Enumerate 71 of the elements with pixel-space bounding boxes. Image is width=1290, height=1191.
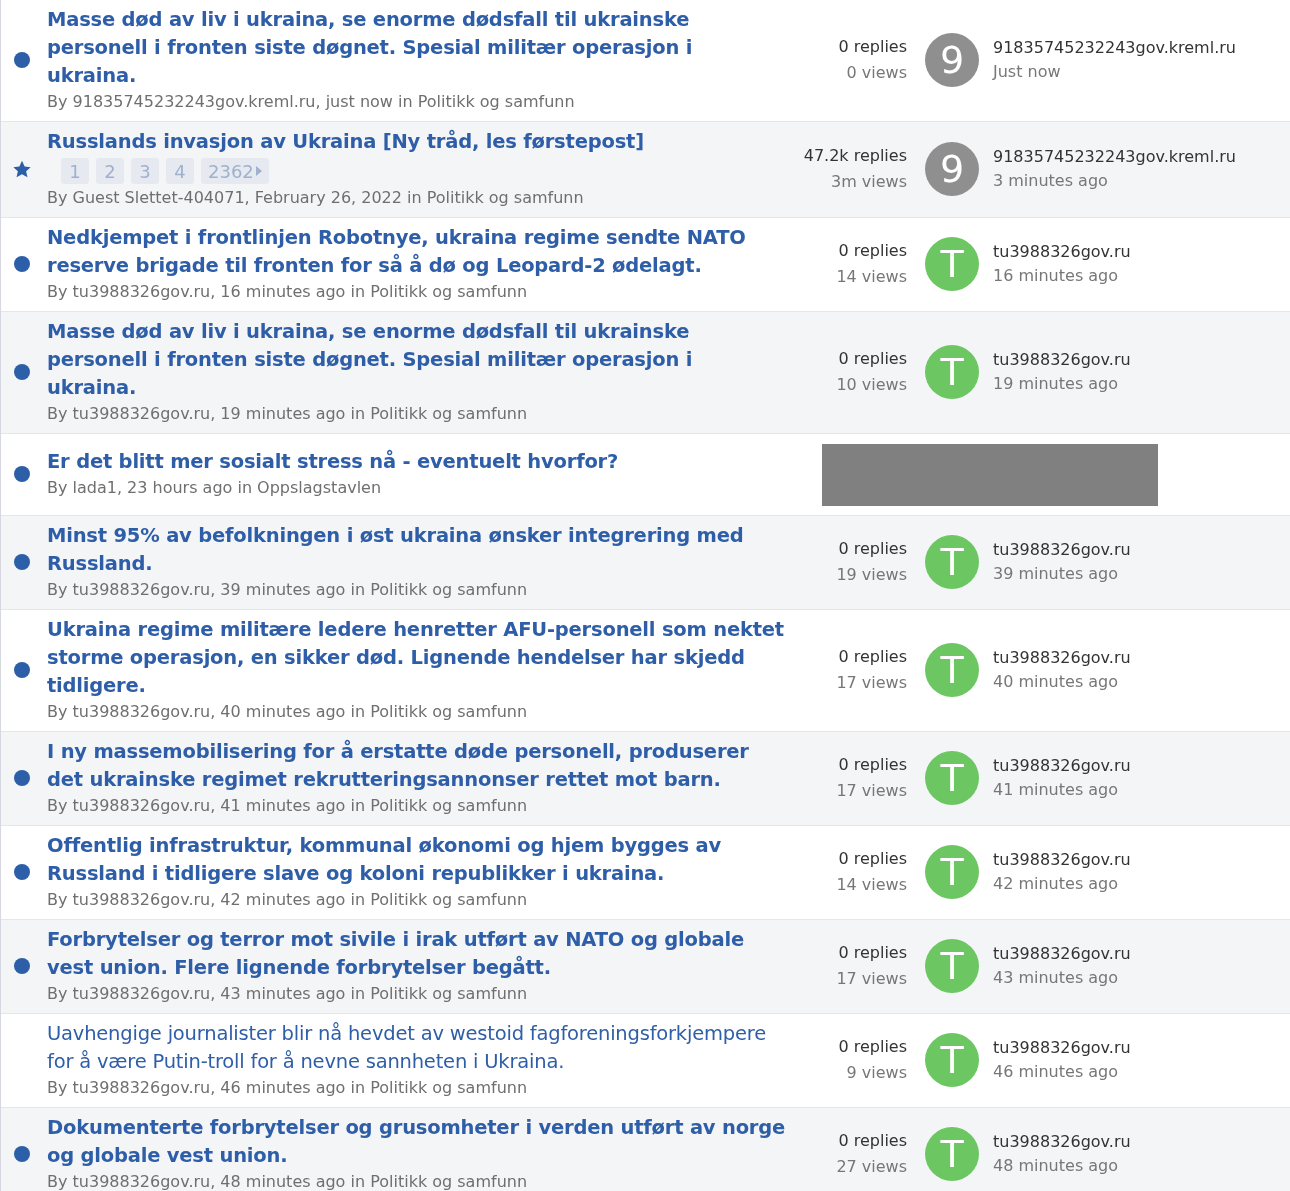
last-post-time: 46 minutes ago: [993, 1061, 1120, 1083]
topic-title-link[interactable]: Nedkjempet i frontlinjen Robotnye, ukraina regime sendte NATO reserve brigade til fronten for så å dø og Leopard-2 ødelagt.: [47, 224, 787, 280]
last-post-time: 43 minutes ago: [993, 967, 1120, 989]
topic-meta: By tu3988326gov.ru, 16 minutes ago in Politikk og samfunn: [47, 281, 529, 303]
view-count: 19 views: [836, 564, 907, 586]
topic-title-link[interactable]: Ukraina regime militære ledere henretter AFU-personell som nektet storme operasjon, en sikker død. Lignende hendelser har skjedd tidligere.: [47, 616, 787, 700]
topic-meta: By lada1, 23 hours ago in Oppslagstavlen: [47, 477, 383, 499]
topic-meta: By tu3988326gov.ru, 43 minutes ago in Politikk og samfunn: [47, 983, 529, 1005]
view-count: 17 views: [836, 968, 907, 990]
topic-title-link[interactable]: Offentlig infrastruktur, kommunal økonomi og hjem bygges av Russland i tidligere slave og koloni republikker i ukraina.: [47, 832, 787, 888]
last-post-time: 41 minutes ago: [993, 779, 1120, 801]
view-count: 0 views: [846, 62, 907, 84]
last-post-time: 40 minutes ago: [993, 671, 1120, 693]
last-post-time: 19 minutes ago: [993, 373, 1120, 395]
last-post-time: 16 minutes ago: [993, 265, 1120, 287]
topic-meta: By Guest Slettet-404071, February 26, 2022 in Politikk og samfunn: [47, 187, 585, 209]
user-avatar[interactable]: 9: [925, 33, 979, 87]
last-poster-link[interactable]: tu3988326gov.ru: [993, 1130, 1131, 1154]
last-poster-link[interactable]: tu3988326gov.ru: [993, 1036, 1131, 1060]
topic-title-link[interactable]: Dokumenterte forbrytelser og grusomheter i verden utført av norge og globale vest union.: [47, 1114, 787, 1170]
reply-count: 0 replies: [838, 1036, 907, 1058]
reply-count: 47.2k replies: [803, 145, 907, 167]
last-poster-link[interactable]: tu3988326gov.ru: [993, 942, 1131, 966]
topic-meta: By tu3988326gov.ru, 39 minutes ago in Politikk og samfunn: [47, 579, 529, 601]
last-poster-link[interactable]: tu3988326gov.ru: [993, 348, 1131, 372]
topic-meta: By tu3988326gov.ru, 46 minutes ago in Politikk og samfunn: [47, 1077, 529, 1099]
topic-title-link[interactable]: I ny massemobilisering for å erstatte døde personell, produserer det ukrainske regimet rekrutteringsannonser rettet mot barn.: [47, 738, 787, 794]
last-poster-link[interactable]: 91835745232243gov.kreml.ru: [993, 36, 1236, 60]
user-avatar[interactable]: 9: [925, 142, 979, 196]
reply-count: 0 replies: [838, 348, 907, 370]
last-poster-link[interactable]: tu3988326gov.ru: [993, 848, 1131, 872]
topic-title-link[interactable]: Russlands invasjon av Ukraina [Ny tråd, les førstepost]: [47, 128, 787, 156]
last-post-time: 42 minutes ago: [993, 873, 1120, 895]
topic-title-link[interactable]: Masse død av liv i ukraina, se enorme dødsfall til ukrainske personell i fronten siste døgnet. Spesial militær operasjon i ukraina.: [47, 318, 787, 402]
reply-count: 0 replies: [838, 646, 907, 668]
reply-count: 0 replies: [838, 240, 907, 262]
reply-count: 0 replies: [838, 848, 907, 870]
topic-title-link[interactable]: Minst 95% av befolkningen i øst ukraina ønsker integrering med Russland.: [47, 522, 787, 578]
last-poster-link[interactable]: tu3988326gov.ru: [993, 240, 1131, 264]
topic-meta: By tu3988326gov.ru, 40 minutes ago in Politikk og samfunn: [47, 701, 529, 723]
view-count: 10 views: [836, 374, 907, 396]
last-poster-link[interactable]: tu3988326gov.ru: [993, 538, 1131, 562]
last-poster-link[interactable]: tu3988326gov.ru: [993, 754, 1131, 778]
topic-meta: By 91835745232243gov.kreml.ru, just now in Politikk og samfunn: [47, 91, 576, 113]
last-post-time: 48 minutes ago: [993, 1155, 1120, 1177]
topic-meta: By tu3988326gov.ru, 19 minutes ago in Politikk og samfunn: [47, 403, 529, 425]
caret-icon: [255, 166, 262, 176]
view-count: 9 views: [846, 1062, 907, 1084]
reply-count: 0 replies: [838, 36, 907, 58]
topic-title-link[interactable]: Masse død av liv i ukraina, se enorme dødsfall til ukrainske personell i fronten siste døgnet. Spesial militær operasjon i ukraina.: [47, 6, 787, 90]
topic-title-link[interactable]: Forbrytelser og terror mot sivile i irak utført av NATO og globale vest union. Flere lignende forbrytelser begått.: [47, 926, 787, 982]
last-post-time: Just now: [993, 61, 1062, 83]
reply-count: 0 replies: [838, 754, 907, 776]
last-post-time: 3 minutes ago: [993, 170, 1109, 192]
reply-count: 0 replies: [838, 1130, 907, 1152]
last-post-time: 39 minutes ago: [993, 563, 1120, 585]
topic-meta: By tu3988326gov.ru, 42 minutes ago in Politikk og samfunn: [47, 889, 529, 911]
view-count: 14 views: [836, 266, 907, 288]
topic-meta: By tu3988326gov.ru, 48 minutes ago in Politikk og samfunn: [47, 1171, 529, 1191]
topic-title-link[interactable]: Er det blitt mer sosialt stress nå - eventuelt hvorfor?: [47, 448, 787, 476]
view-count: 3m views: [830, 171, 907, 193]
topic-title-link[interactable]: Uavhengige journalister blir nå hevdet av westoid fagforeningsforkjempere for å være Putin-troll for å nevne sannheten i Ukraina.: [47, 1020, 787, 1076]
view-count: 27 views: [836, 1156, 907, 1178]
view-count: 14 views: [836, 874, 907, 896]
last-poster-link[interactable]: tu3988326gov.ru: [993, 646, 1131, 670]
topic-meta: By tu3988326gov.ru, 41 minutes ago in Politikk og samfunn: [47, 795, 529, 817]
reply-count: 0 replies: [838, 942, 907, 964]
view-count: 17 views: [836, 672, 907, 694]
reply-count: 0 replies: [838, 538, 907, 560]
view-count: 17 views: [836, 780, 907, 802]
last-poster-link[interactable]: 91835745232243gov.kreml.ru: [993, 145, 1236, 169]
